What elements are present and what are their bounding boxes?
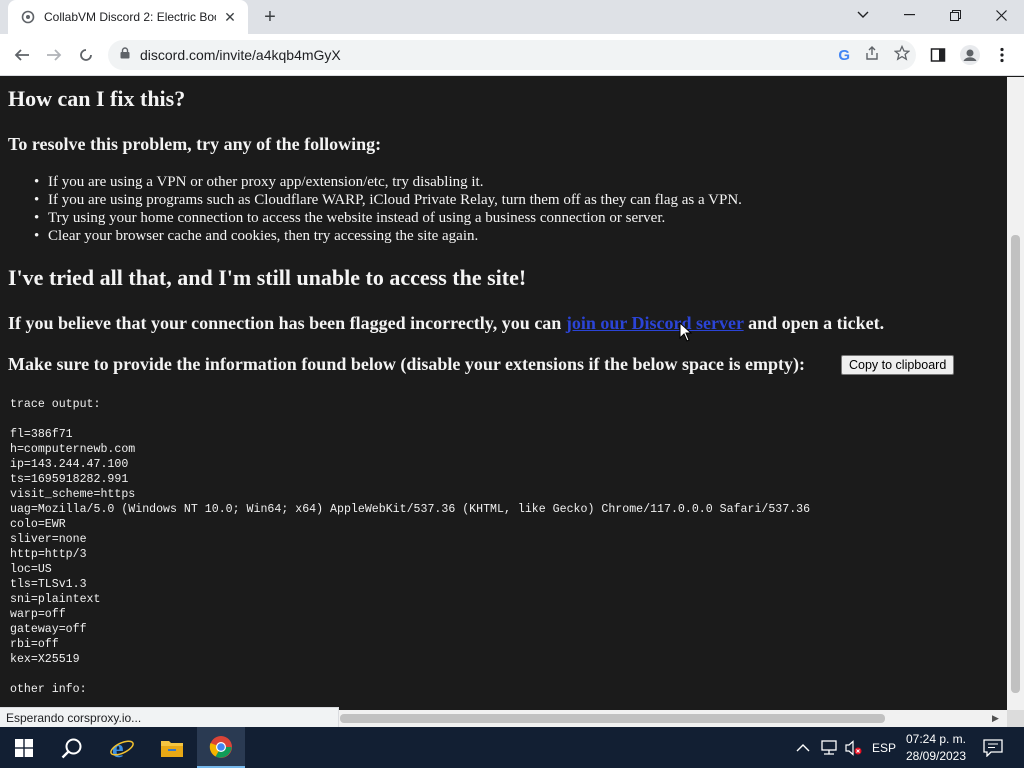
minimize-icon[interactable] — [886, 0, 932, 30]
new-tab-icon[interactable]: + — [258, 6, 282, 28]
close-window-icon[interactable] — [978, 0, 1024, 30]
more-menu-icon[interactable] — [988, 41, 1016, 69]
windows-taskbar: e ESP 07:24 p. m. 28/09/2023 — [0, 727, 1024, 768]
still-unable-heading: I've tried all that, and I'm still unabl… — [8, 265, 527, 290]
flagged-paragraph: If you believe that your connection has … — [8, 313, 884, 334]
vertical-scroll-thumb[interactable] — [1011, 235, 1020, 693]
tab-title: CollabVM Discord 2: Electric Boo — [44, 10, 216, 24]
scrollbar-corner — [1007, 710, 1024, 727]
internet-explorer-icon[interactable]: e — [98, 727, 146, 768]
loading-favicon-icon — [20, 9, 36, 25]
horizontal-scroll-thumb[interactable] — [340, 714, 885, 723]
tab-strip: CollabVM Discord 2: Electric Boo ✕ + — [0, 0, 1024, 34]
tab-close-icon[interactable]: ✕ — [222, 9, 238, 25]
flagged-prefix: If you believe that your connection has … — [8, 313, 566, 333]
language-indicator[interactable]: ESP — [872, 727, 896, 768]
system-clock[interactable]: 07:24 p. m. 28/09/2023 — [898, 731, 974, 765]
tips-list: If you are using a VPN or other proxy ap… — [34, 173, 742, 245]
lock-icon[interactable] — [120, 46, 130, 64]
side-panel-icon[interactable] — [924, 41, 952, 69]
chrome-icon[interactable] — [197, 727, 245, 768]
discord-server-link[interactable]: join our Discord server — [566, 313, 744, 333]
address-bar[interactable]: discord.com/invite/a4kqb4mGyX G — [108, 40, 916, 70]
share-icon[interactable] — [864, 45, 880, 66]
flagged-suffix: and open a ticket. — [743, 313, 885, 333]
show-hidden-icons-chevron-icon[interactable] — [796, 727, 810, 768]
google-g-icon[interactable]: G — [838, 47, 850, 64]
status-bubble: Esperando corsproxy.io... — [0, 707, 339, 728]
page-heading: How can I fix this? — [8, 86, 186, 111]
bookmark-star-icon[interactable] — [893, 44, 911, 66]
url-text[interactable]: discord.com/invite/a4kqb4mGyX — [140, 47, 341, 63]
tab-search-chevron-icon[interactable] — [840, 0, 886, 30]
trace-output[interactable]: trace output: fl=386f71 h=computernewb.c… — [10, 397, 810, 697]
clock-time: 07:24 p. m. — [905, 732, 967, 746]
copy-to-clipboard-button[interactable]: Copy to clipboard — [841, 355, 955, 375]
mouse-cursor-icon — [679, 322, 693, 342]
forward-arrow-icon[interactable] — [40, 41, 68, 69]
list-item: If you are using programs such as Cloudf… — [34, 191, 742, 209]
list-item: Try using your home connection to access… — [34, 209, 742, 227]
browser-toolbar: discord.com/invite/a4kqb4mGyX G — [0, 34, 1024, 76]
restore-icon[interactable] — [932, 0, 978, 30]
list-item: Clear your browser cache and cookies, th… — [34, 227, 742, 245]
clock-date: 28/09/2023 — [905, 749, 967, 763]
provide-info-text: Make sure to provide the information fou… — [8, 354, 806, 374]
browser-tab[interactable]: CollabVM Discord 2: Electric Boo ✕ — [8, 0, 248, 34]
network-icon[interactable] — [820, 727, 838, 768]
profile-avatar-icon[interactable] — [956, 41, 984, 69]
resolve-heading: To resolve this problem, try any of the … — [8, 134, 382, 154]
vertical-scrollbar[interactable] — [1007, 77, 1024, 710]
file-explorer-icon[interactable] — [148, 727, 196, 768]
stop-loading-icon[interactable] — [72, 41, 100, 69]
notifications-icon[interactable] — [983, 727, 1003, 768]
back-arrow-icon[interactable] — [8, 41, 36, 69]
list-item: If you are using a VPN or other proxy ap… — [34, 173, 742, 191]
scroll-right-arrow-icon[interactable]: ▶ — [992, 713, 999, 724]
page-content: How can I fix this? To resolve this prob… — [0, 77, 1007, 710]
search-icon[interactable] — [48, 727, 96, 768]
volume-muted-icon[interactable] — [845, 727, 863, 768]
windows-start-icon[interactable] — [0, 727, 48, 768]
